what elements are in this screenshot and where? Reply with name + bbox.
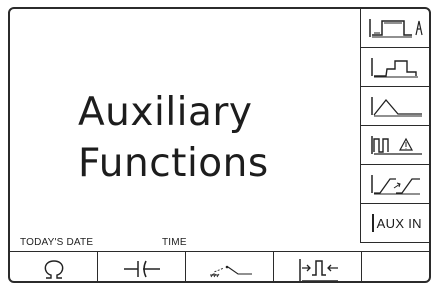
bottom-button-ohm[interactable] — [10, 252, 98, 281]
aux-in-button[interactable]: AUX IN — [360, 204, 429, 243]
bottom-button-ground-switch[interactable] — [186, 252, 274, 281]
bottom-menu — [10, 251, 429, 281]
aux-in-label: AUX IN — [376, 215, 422, 231]
side-button-pulse-train-alarm[interactable] — [360, 9, 429, 48]
capacitor-icon — [123, 260, 160, 278]
pulse-warning-icon — [371, 136, 422, 155]
pulse-shape-icon — [371, 58, 418, 78]
ohm-icon — [44, 260, 63, 279]
side-button-slope-adjust[interactable] — [360, 165, 429, 204]
side-button-ramp[interactable] — [360, 87, 429, 126]
time-label: TIME — [162, 237, 187, 248]
ground-switch-icon — [209, 265, 252, 278]
side-menu: AUX IN — [360, 9, 429, 244]
bottom-button-pulse-input[interactable] — [274, 252, 362, 281]
aux-in-bar-icon — [372, 214, 374, 232]
ramp-icon — [371, 97, 422, 117]
side-button-pulse-warning[interactable] — [360, 126, 429, 165]
display-panel: Auxiliary Functions AUX IN TODAY'S DATE … — [8, 7, 431, 283]
title-line-1: Auxiliary — [78, 90, 253, 135]
pulse-input-icon — [298, 259, 338, 281]
title-line-2: Functions — [78, 141, 269, 186]
page-title: Auxiliary Functions — [78, 87, 368, 189]
bottom-button-capacitor[interactable] — [98, 252, 186, 281]
pulse-train-a-icon — [369, 19, 423, 38]
todays-date-label: TODAY'S DATE — [20, 237, 94, 248]
side-button-pulse-shape[interactable] — [360, 48, 429, 87]
slope-adjust-icon — [371, 175, 420, 195]
